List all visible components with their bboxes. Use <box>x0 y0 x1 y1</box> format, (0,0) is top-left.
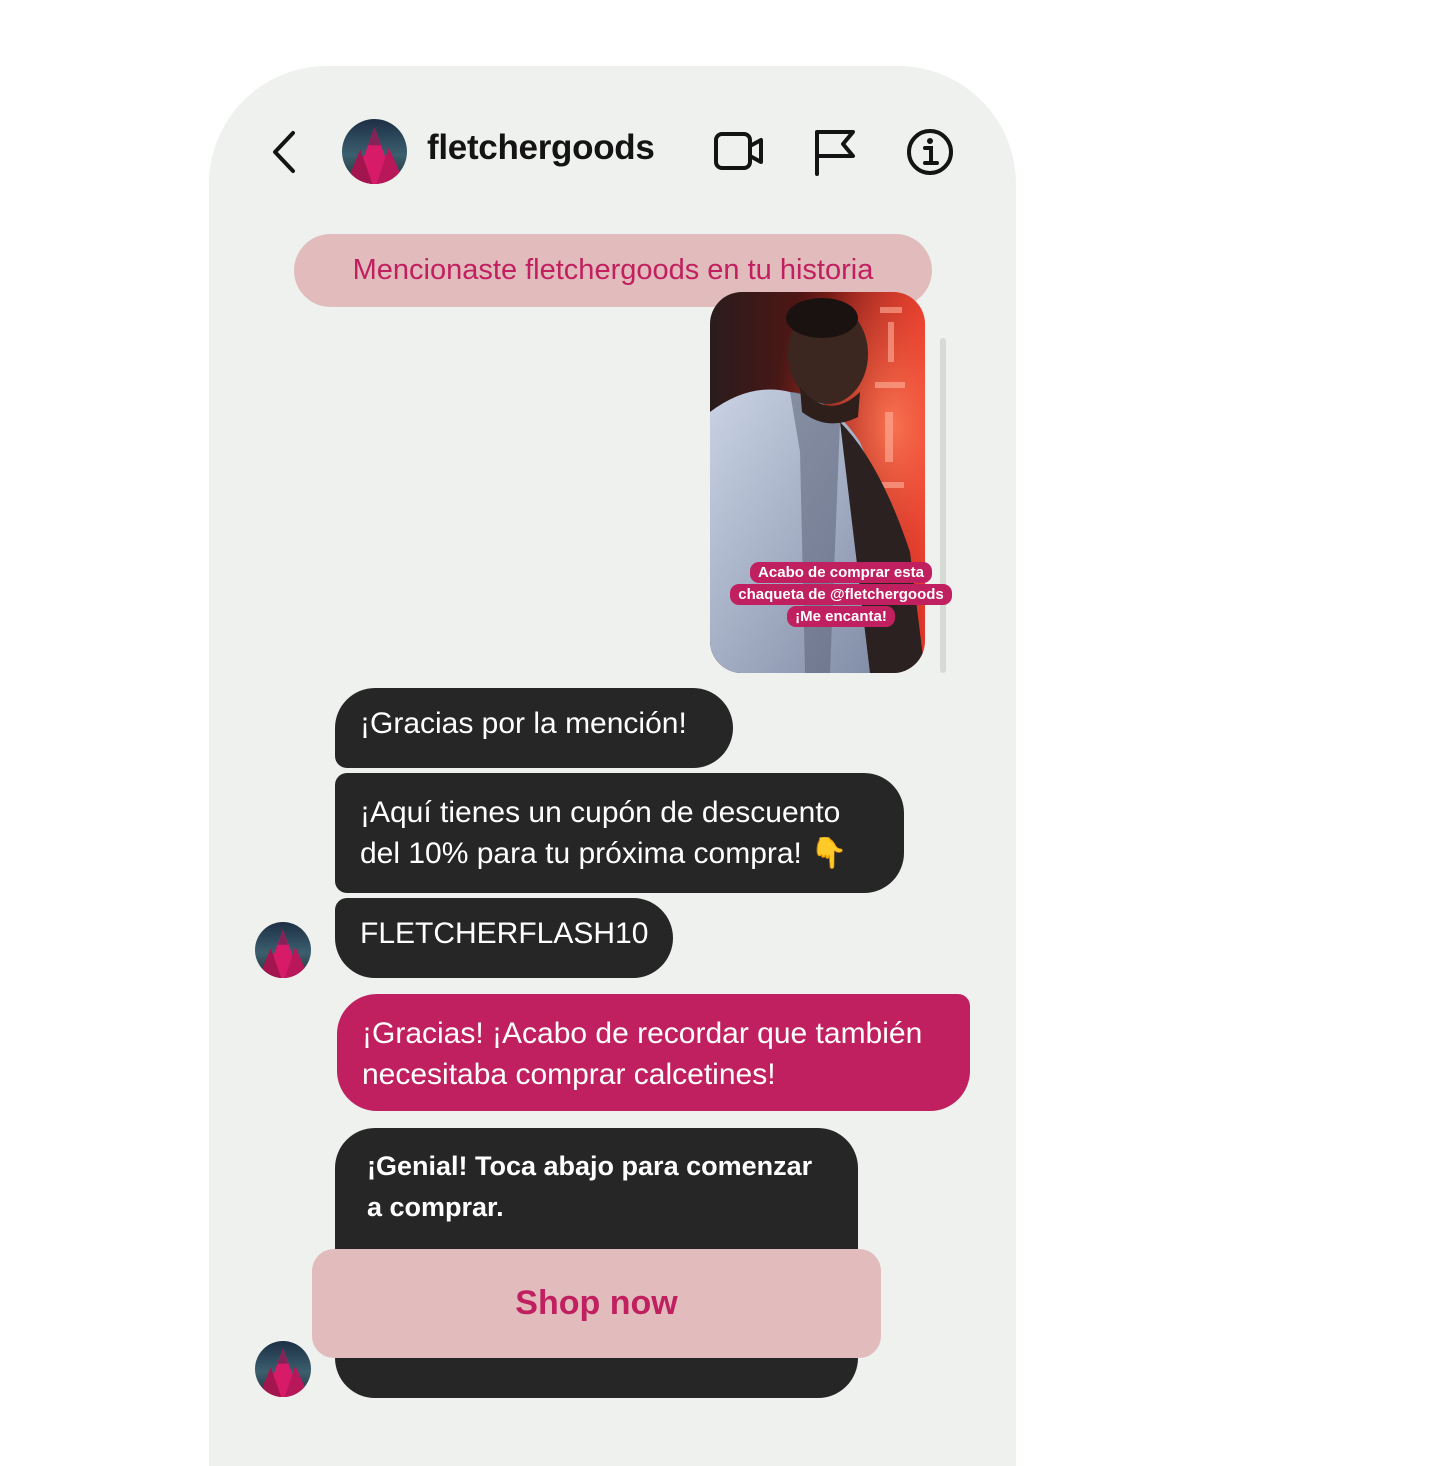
info-icon[interactable] <box>904 126 956 178</box>
story-caption-line: ¡Me encanta! <box>787 606 895 627</box>
back-icon[interactable] <box>269 130 299 174</box>
shop-now-button[interactable]: Shop now <box>312 1249 881 1358</box>
story-caption-line: chaqueta de @fletchergoods <box>730 584 952 605</box>
story-caption: Acabo de comprar esta chaqueta de @fletc… <box>714 562 968 627</box>
avatar[interactable] <box>342 119 407 184</box>
flag-icon[interactable] <box>809 126 861 178</box>
message-bubble-received: ¡Gracias por la mención! <box>335 688 733 768</box>
avatar[interactable] <box>255 1341 311 1397</box>
video-call-icon[interactable] <box>713 126 765 178</box>
message-bubble-sent: ¡Gracias! ¡Acabo de recordar que también… <box>337 994 970 1111</box>
avatar[interactable] <box>255 922 311 978</box>
message-bubble-received: ¡Aquí tienes un cupón de descuento del 1… <box>335 773 904 893</box>
story-caption-line: Acabo de comprar esta <box>750 562 932 583</box>
phone-screen: fletchergoods Mencionaste fletchergoods … <box>209 66 1016 1466</box>
username[interactable]: fletchergoods <box>427 128 655 168</box>
coupon-code-bubble: FLETCHERFLASH10 <box>335 898 673 978</box>
